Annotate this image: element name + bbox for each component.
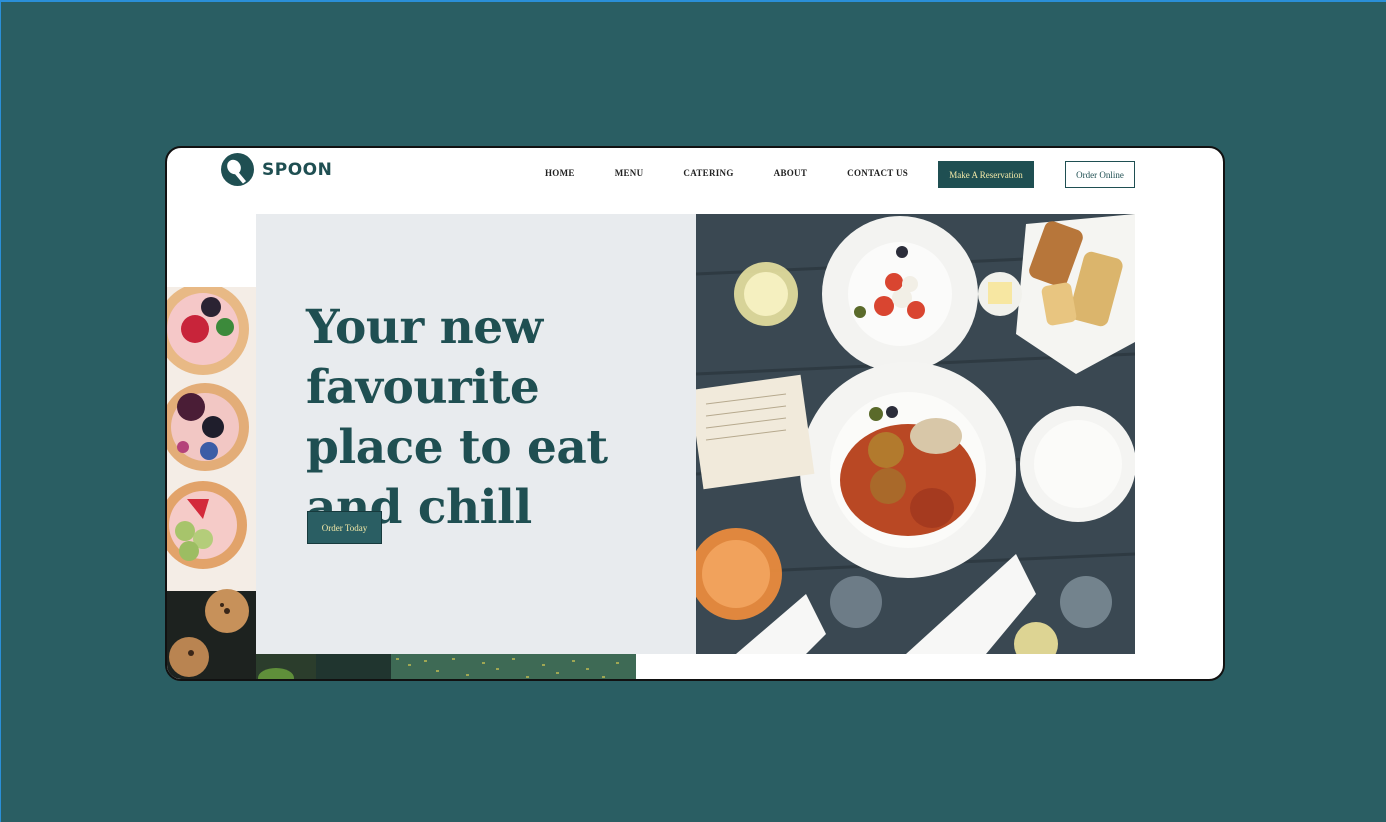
hero-panel: Your new favourite place to eat and chil… xyxy=(256,214,696,654)
nav-menu[interactable]: MENU xyxy=(615,168,644,178)
pastries-image xyxy=(167,287,256,679)
nav-about[interactable]: ABOUT xyxy=(774,168,808,178)
nav-home[interactable]: HOME xyxy=(545,168,575,178)
order-today-button[interactable]: Order Today xyxy=(307,511,382,544)
brand-logo[interactable]: SPOON xyxy=(221,153,332,186)
nav-catering[interactable]: CATERING xyxy=(683,168,733,178)
website-frame: SPOON HOME MENU CATERING ABOUT CONTACT U… xyxy=(165,146,1225,681)
brand-name: SPOON xyxy=(262,159,333,180)
order-online-button[interactable]: Order Online xyxy=(1065,161,1135,188)
hero-title: Your new favourite place to eat and chil… xyxy=(306,300,608,535)
restaurant-table-image xyxy=(696,214,1135,654)
make-reservation-button[interactable]: Make A Reservation xyxy=(938,161,1034,188)
herbs-texture-image xyxy=(256,654,636,679)
spoon-logo-icon xyxy=(221,153,254,186)
nav-contact-us[interactable]: CONTACT US xyxy=(847,168,908,178)
main-nav: HOME MENU CATERING ABOUT CONTACT US xyxy=(545,168,908,178)
